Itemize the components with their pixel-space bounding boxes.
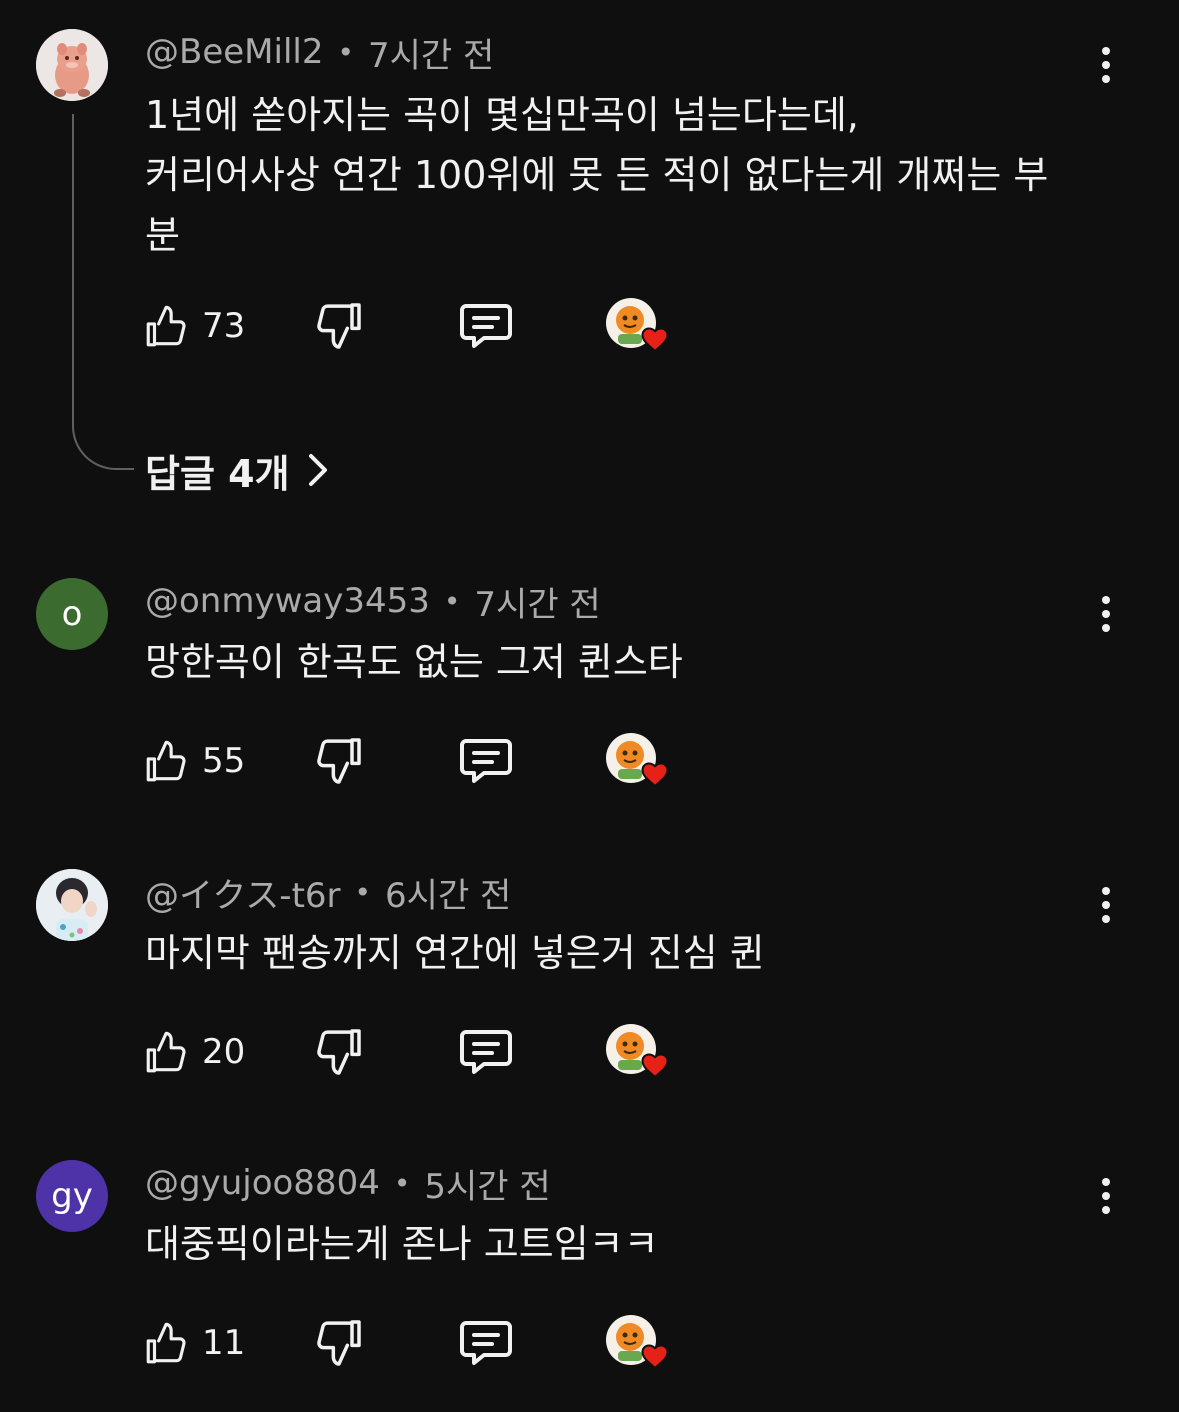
more-vertical-icon <box>1102 596 1110 604</box>
thumbs-down-icon <box>317 1029 361 1075</box>
character-avatar-icon <box>36 29 108 101</box>
comment-author[interactable]: @BeeMill2 <box>145 32 323 72</box>
comment-text: 망한곡이 한곡도 없는 그저 퀸스타 <box>145 632 1095 692</box>
comment-bubble-icon <box>460 304 512 348</box>
reply-button[interactable] <box>458 735 514 787</box>
dislike-button[interactable] <box>310 733 366 789</box>
comment-actions: 55 <box>0 731 1179 791</box>
like-count: 55 <box>202 741 246 781</box>
comment-time[interactable]: 7시간 전 <box>474 577 600 626</box>
thread-connector-line <box>72 114 134 470</box>
thumbs-up-icon <box>146 305 186 347</box>
dislike-button[interactable] <box>310 1315 366 1371</box>
meta-separator: • <box>393 1166 411 1200</box>
chevron-right-icon <box>308 454 327 486</box>
comment-actions: 73 <box>0 296 1179 356</box>
thumbs-up-icon <box>146 1031 186 1073</box>
comment-text: 1년에 쏟아지는 곡이 몇십만곡이 넘는다는데, 커리어사상 연간 100위에 … <box>145 85 1095 265</box>
creator-heart-icon <box>641 1344 669 1370</box>
profile-photo-icon <box>36 869 108 941</box>
creator-heart-badge <box>606 298 672 358</box>
creator-heart-badge <box>606 733 672 793</box>
thumbs-down-icon <box>317 738 361 784</box>
meta-separator: • <box>443 584 461 618</box>
thumbs-down-icon <box>317 303 361 349</box>
thumbs-up-icon <box>146 1322 186 1364</box>
comment-text-line: 분 <box>145 213 180 257</box>
creator-heart-icon <box>641 1053 669 1079</box>
like-button[interactable]: 11 <box>142 1313 245 1373</box>
creator-heart-badge <box>606 1315 672 1375</box>
comment-time[interactable]: 5시간 전 <box>424 1159 550 1208</box>
comment-meta: @イクス-t6r • 6시간 전 <box>145 868 511 917</box>
more-options-button[interactable] <box>1086 40 1126 90</box>
comment-bubble-icon <box>460 1030 512 1074</box>
comment-text-line: 커리어사상 연간 100위에 못 든 적이 없다는게 개쩌는 부 <box>145 153 1049 197</box>
avatar[interactable]: gy <box>36 1160 108 1232</box>
thumbs-up-icon <box>146 740 186 782</box>
dislike-button[interactable] <box>310 1024 366 1080</box>
meta-separator: • <box>337 35 354 69</box>
comment-meta: @BeeMill2 • 7시간 전 <box>145 28 494 77</box>
like-count: 20 <box>202 1032 246 1072</box>
like-button[interactable]: 20 <box>142 1022 245 1082</box>
comment-text: 대중픽이라는게 존나 고트임ㅋㅋ <box>145 1214 1095 1274</box>
avatar[interactable] <box>36 29 108 101</box>
comment-text-line: 대중픽이라는게 존나 고트임ㅋㅋ <box>145 1222 659 1266</box>
comment-author[interactable]: @イクス-t6r <box>145 868 341 917</box>
creator-heart-icon <box>641 327 669 353</box>
view-replies-button[interactable]: 답글 4개 <box>145 440 328 500</box>
comment-text-line: 마지막 팬송까지 연간에 넣은거 진심 퀸 <box>145 931 765 975</box>
meta-separator: • <box>354 875 372 909</box>
comment-text: 마지막 팬송까지 연간에 넣은거 진심 퀸 <box>145 923 1095 983</box>
dislike-button[interactable] <box>310 298 366 354</box>
comment-actions: 11 <box>0 1313 1179 1373</box>
avatar[interactable] <box>36 869 108 941</box>
thumbs-down-icon <box>317 1320 361 1366</box>
comment-time[interactable]: 6시간 전 <box>385 868 511 917</box>
comment-bubble-icon <box>460 1321 512 1365</box>
replies-count-label: 답글 4개 <box>145 451 290 496</box>
comment-author[interactable]: @gyujoo8804 <box>145 1163 380 1203</box>
avatar-initial: gy <box>51 1176 93 1216</box>
like-button[interactable]: 55 <box>142 731 245 791</box>
reply-button[interactable] <box>458 1026 514 1078</box>
like-button[interactable]: 73 <box>142 296 245 356</box>
like-count: 11 <box>202 1323 246 1363</box>
comment-author[interactable]: @onmyway3453 <box>145 581 430 621</box>
more-vertical-icon <box>1102 1178 1110 1186</box>
more-vertical-icon <box>1102 887 1110 895</box>
comment-meta: @gyujoo8804 • 5시간 전 <box>145 1159 551 1208</box>
comment-actions: 20 <box>0 1022 1179 1082</box>
comment-time[interactable]: 7시간 전 <box>368 28 494 77</box>
creator-heart-badge <box>606 1024 672 1084</box>
avatar[interactable]: o <box>36 578 108 650</box>
comment-meta: @onmyway3453 • 7시간 전 <box>145 577 601 626</box>
avatar-initial: o <box>61 594 83 634</box>
creator-heart-icon <box>641 762 669 788</box>
more-vertical-icon <box>1102 47 1110 55</box>
comment-text-line: 망한곡이 한곡도 없는 그저 퀸스타 <box>145 640 683 684</box>
reply-button[interactable] <box>458 300 514 352</box>
comment-bubble-icon <box>460 739 512 783</box>
like-count: 73 <box>202 306 246 346</box>
reply-button[interactable] <box>458 1317 514 1369</box>
comment-text-line: 1년에 쏟아지는 곡이 몇십만곡이 넘는다는데, <box>145 93 859 137</box>
